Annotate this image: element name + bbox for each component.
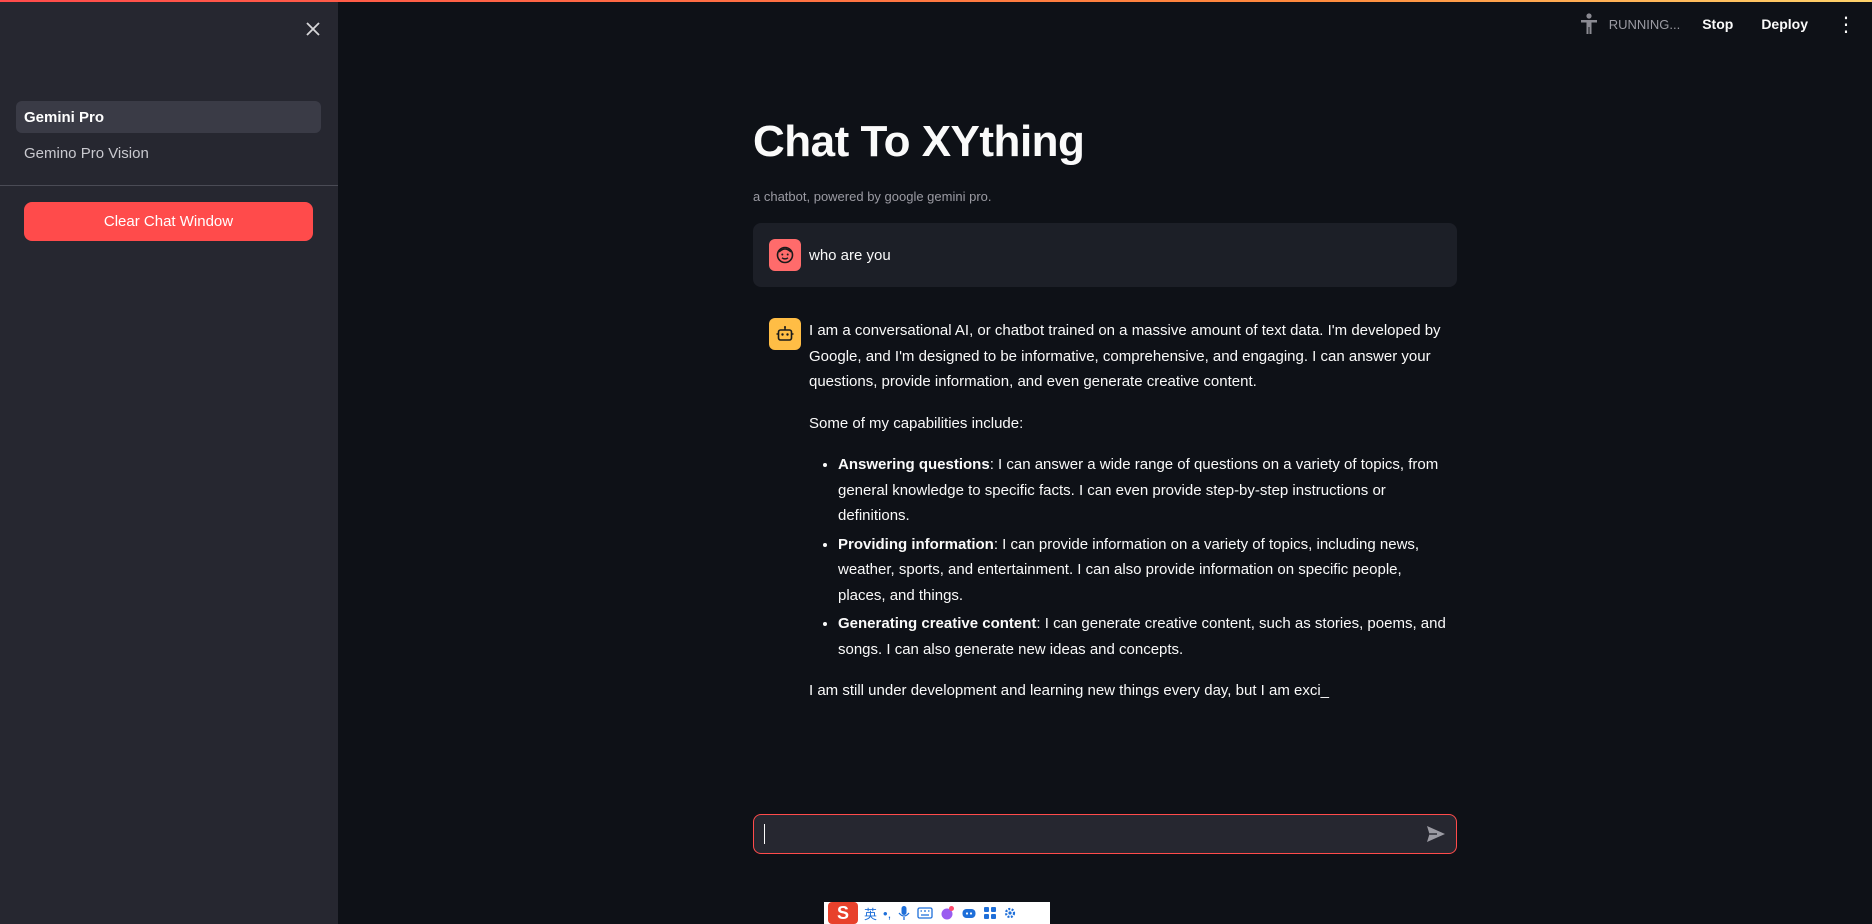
keyboard-icon[interactable]: [917, 906, 933, 920]
ime-punctuation-toggle[interactable]: •,: [883, 906, 891, 921]
ime-logo-icon[interactable]: S: [828, 902, 858, 924]
running-person-icon: [1580, 13, 1597, 34]
close-sidebar-button[interactable]: [300, 16, 326, 42]
assistant-bot-icon[interactable]: [961, 906, 977, 920]
page-subtitle: a chatbot, powered by google gemini pro.: [753, 189, 992, 204]
assistant-closing: I am still under development and learnin…: [809, 682, 1330, 699]
stop-button[interactable]: Stop: [1702, 16, 1733, 32]
list-item: Providing information: I can provide inf…: [838, 532, 1449, 609]
user-message: who are you: [753, 223, 1457, 287]
ime-language-toggle[interactable]: 英: [864, 904, 877, 923]
capability-title: Generating creative content: [838, 615, 1037, 632]
send-icon[interactable]: [1426, 824, 1446, 844]
text-caret: [764, 824, 765, 844]
sidebar: Gemini Pro Gemino Pro Vision Clear Chat …: [0, 2, 338, 924]
ime-toolbar: S 英 •,: [824, 902, 1050, 924]
settings-gear-icon[interactable]: [1003, 906, 1017, 920]
capability-title: Providing information: [838, 535, 994, 553]
nav-item-gemino-pro-vision[interactable]: Gemino Pro Vision: [16, 137, 321, 169]
toolbox-icon[interactable]: [983, 906, 997, 920]
user-avatar-icon: [769, 239, 801, 271]
app-header: RUNNING... Stop Deploy ⋮: [1579, 2, 1872, 46]
microphone-icon[interactable]: [897, 905, 911, 921]
close-icon: [306, 22, 320, 36]
deploy-button[interactable]: Deploy: [1761, 16, 1808, 32]
page-nav: Gemini Pro Gemino Pro Vision: [16, 101, 321, 173]
clear-chat-button[interactable]: Clear Chat Window: [24, 202, 313, 241]
assistant-message-content: I am a conversational AI, or chatbot tra…: [809, 318, 1449, 720]
assistant-message: I am a conversational AI, or chatbot tra…: [769, 318, 1457, 720]
user-message-text: who are you: [809, 246, 891, 264]
page-title: Chat To XYthing: [753, 117, 1085, 166]
nav-item-gemini-pro[interactable]: Gemini Pro: [16, 101, 321, 133]
bot-avatar-icon: [769, 318, 801, 350]
list-item: Generating creative content: I can gener…: [838, 611, 1449, 662]
running-status-label: RUNNING...: [1608, 16, 1681, 32]
more-menu-icon[interactable]: ⋮: [1836, 12, 1856, 37]
assistant-capabilities-heading: Some of my capabilities include:: [809, 414, 1024, 432]
capabilities-list: Answering questions: I can answer a wide…: [838, 452, 1449, 662]
sidebar-divider: [0, 185, 338, 186]
skin-icon[interactable]: [939, 905, 955, 921]
assistant-intro: I am a conversational AI, or chatbot tra…: [809, 322, 1441, 390]
capability-title: Answering questions: [838, 456, 990, 473]
chat-input[interactable]: [753, 814, 1457, 854]
running-status: RUNNING...: [1579, 13, 1681, 35]
list-item: Answering questions: I can answer a wide…: [838, 452, 1449, 529]
